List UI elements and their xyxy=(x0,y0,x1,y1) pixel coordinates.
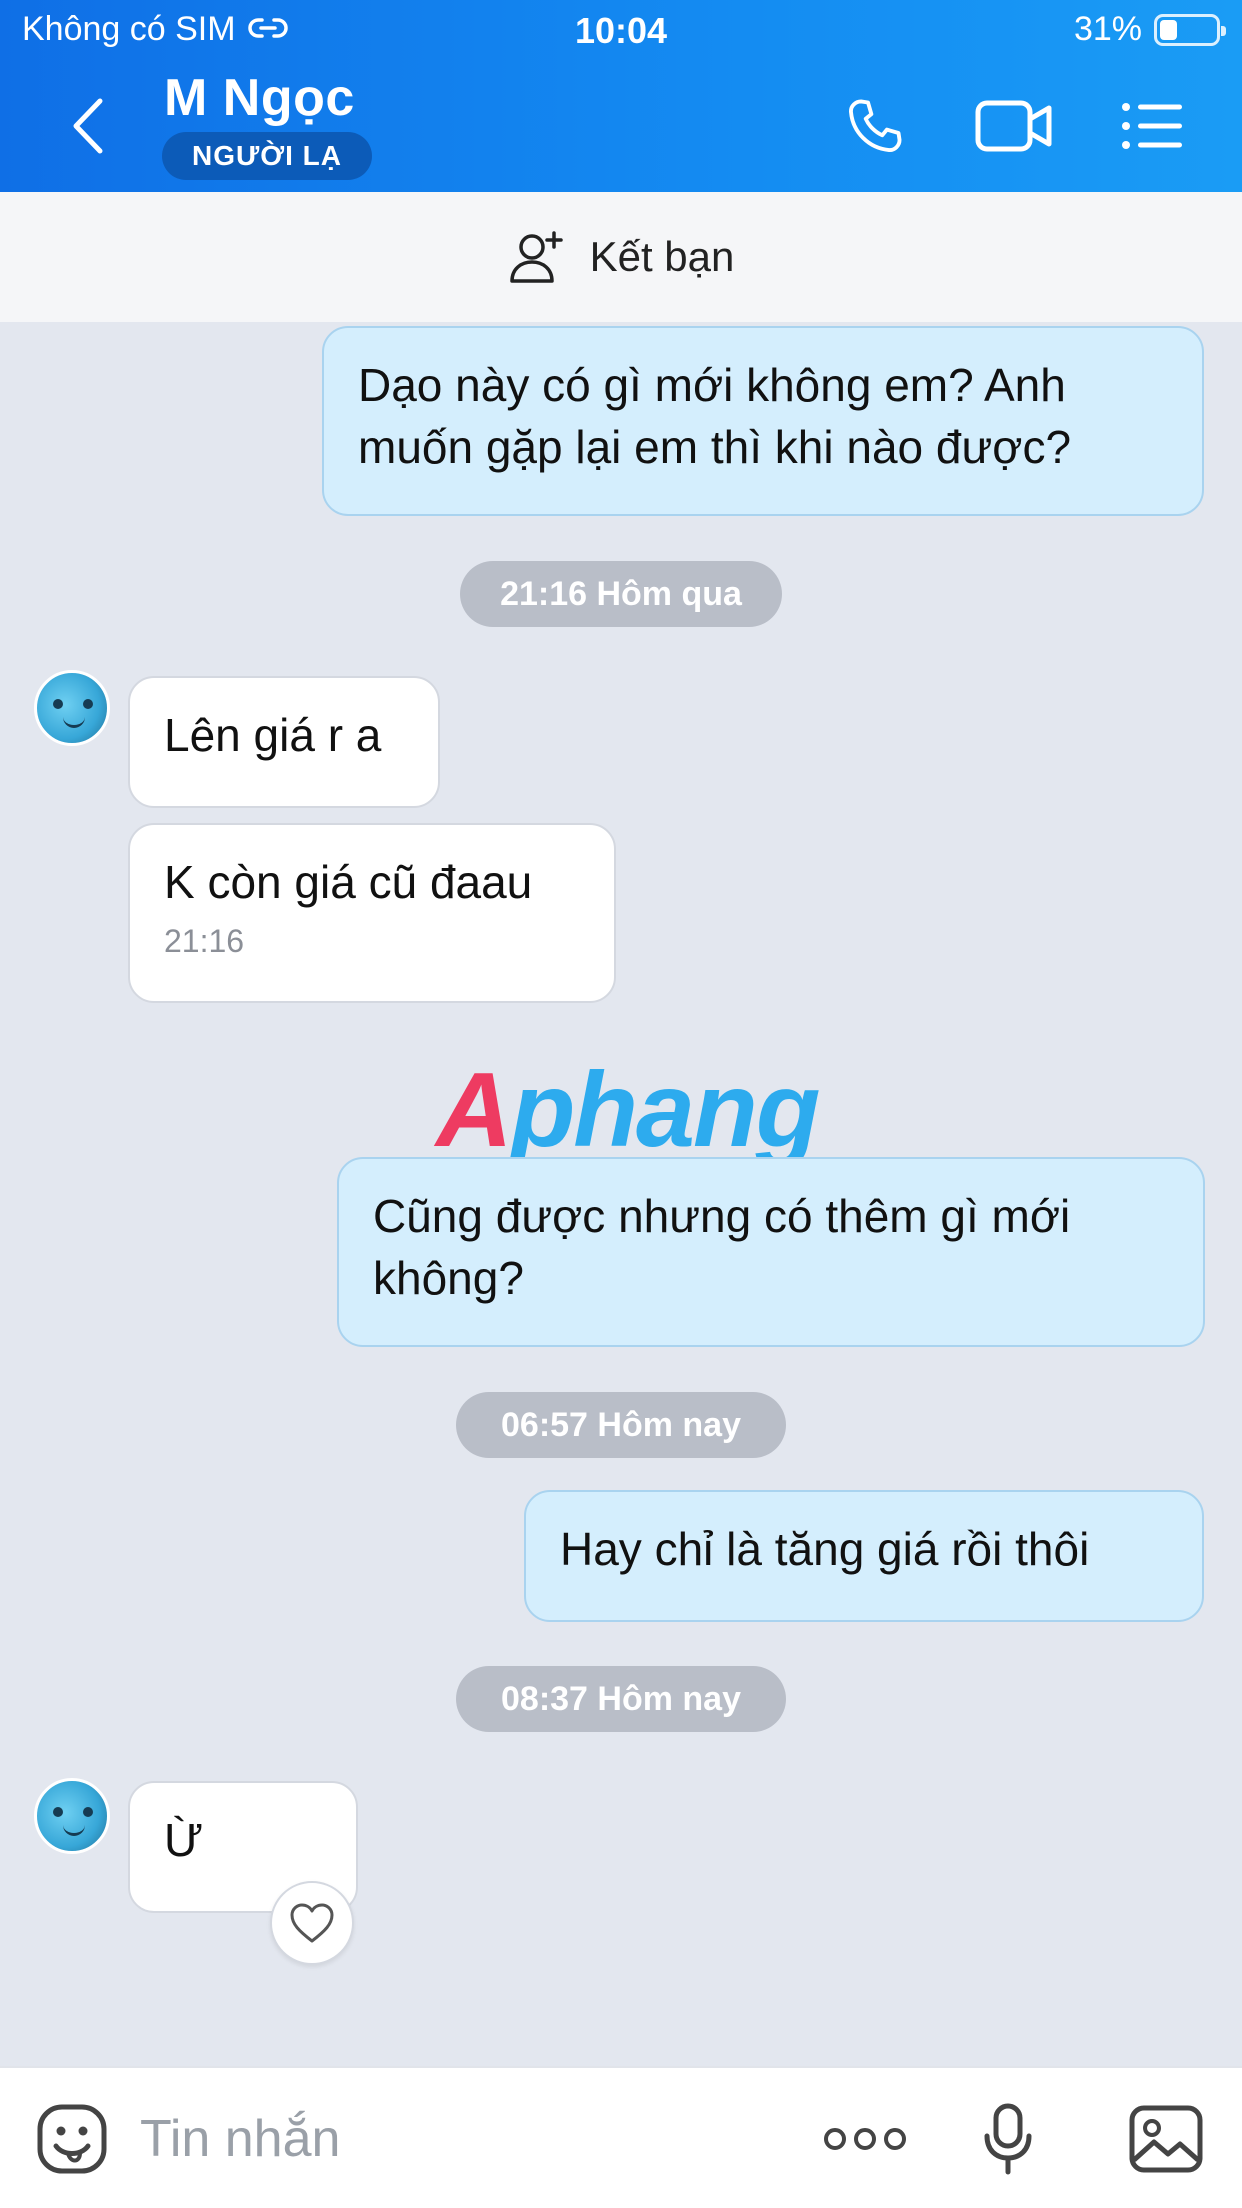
message-text: Cũng được nhưng có thêm gì mới không? xyxy=(373,1190,1071,1304)
battery-fill xyxy=(1160,19,1177,40)
menu-button[interactable] xyxy=(1120,96,1184,156)
react-heart-button[interactable] xyxy=(270,1881,354,1965)
microphone-icon xyxy=(984,2103,1032,2175)
status-battery: 31% xyxy=(1073,10,1226,49)
video-call-button[interactable] xyxy=(974,96,1054,156)
message-text: Ừ xyxy=(164,1814,204,1866)
message-text: Lên giá r a xyxy=(164,709,382,761)
stranger-badge: NGƯỜI LẠ xyxy=(162,132,372,180)
call-button[interactable] xyxy=(840,96,910,156)
sticker-icon xyxy=(37,2104,107,2174)
add-user-icon xyxy=(509,231,563,283)
image-icon xyxy=(1129,2105,1203,2173)
menu-list-icon xyxy=(1122,103,1182,149)
message-bubble-outgoing[interactable]: Dạo này có gì mới không em? Anh muốn gặp… xyxy=(322,326,1204,516)
more-options-icon xyxy=(824,2128,906,2150)
contact-avatar[interactable] xyxy=(34,1778,110,1854)
timestamp-pill: 08:37 Hôm nay xyxy=(456,1666,786,1732)
message-text: K còn giá cũ đaau xyxy=(164,856,533,908)
message-bubble-outgoing[interactable]: Hay chỉ là tăng giá rồi thôi xyxy=(524,1490,1204,1622)
status-time: 10:04 xyxy=(574,10,668,51)
chat-header: Không có SIM 10:04 31% M Ngọc NGƯỜI LẠ xyxy=(0,0,1242,192)
image-button[interactable] xyxy=(1126,2098,1206,2180)
back-button[interactable] xyxy=(62,96,112,156)
sticker-button[interactable] xyxy=(34,2098,110,2180)
message-composer: Tin nhắn xyxy=(0,2066,1242,2208)
voice-button[interactable] xyxy=(976,2098,1040,2180)
message-text: Dạo này có gì mới không em? Anh muốn gặp… xyxy=(358,359,1072,473)
video-call-icon xyxy=(975,100,1052,152)
message-text: Hay chỉ là tăng giá rồi thôi xyxy=(560,1523,1090,1575)
phone-call-icon xyxy=(849,99,902,152)
battery-icon xyxy=(1154,13,1226,46)
message-bubble-incoming[interactable]: K còn giá cũ đaau 21:16 xyxy=(128,823,616,1003)
contact-name[interactable]: M Ngọc xyxy=(164,68,355,128)
add-friend-label: Kết bạn xyxy=(589,233,735,280)
timestamp-pill: 21:16 Hôm qua xyxy=(460,561,782,627)
battery-percent: 31% xyxy=(1073,10,1142,48)
more-options-button[interactable] xyxy=(820,2098,910,2180)
message-bubble-outgoing[interactable]: Cũng được nhưng có thêm gì mới không? xyxy=(337,1157,1205,1347)
contact-avatar[interactable] xyxy=(34,670,110,746)
watermark-logo: Aphang xyxy=(436,1051,821,1169)
timestamp-pill: 06:57 Hôm nay xyxy=(456,1392,786,1458)
add-friend-button[interactable]: Kết bạn xyxy=(0,192,1242,322)
back-chevron-icon xyxy=(73,98,103,154)
message-time: 21:16 xyxy=(164,923,245,959)
heart-icon xyxy=(290,1903,334,1943)
message-input[interactable]: Tin nhắn xyxy=(140,2068,340,2208)
message-bubble-incoming[interactable]: Lên giá r a xyxy=(128,676,440,808)
